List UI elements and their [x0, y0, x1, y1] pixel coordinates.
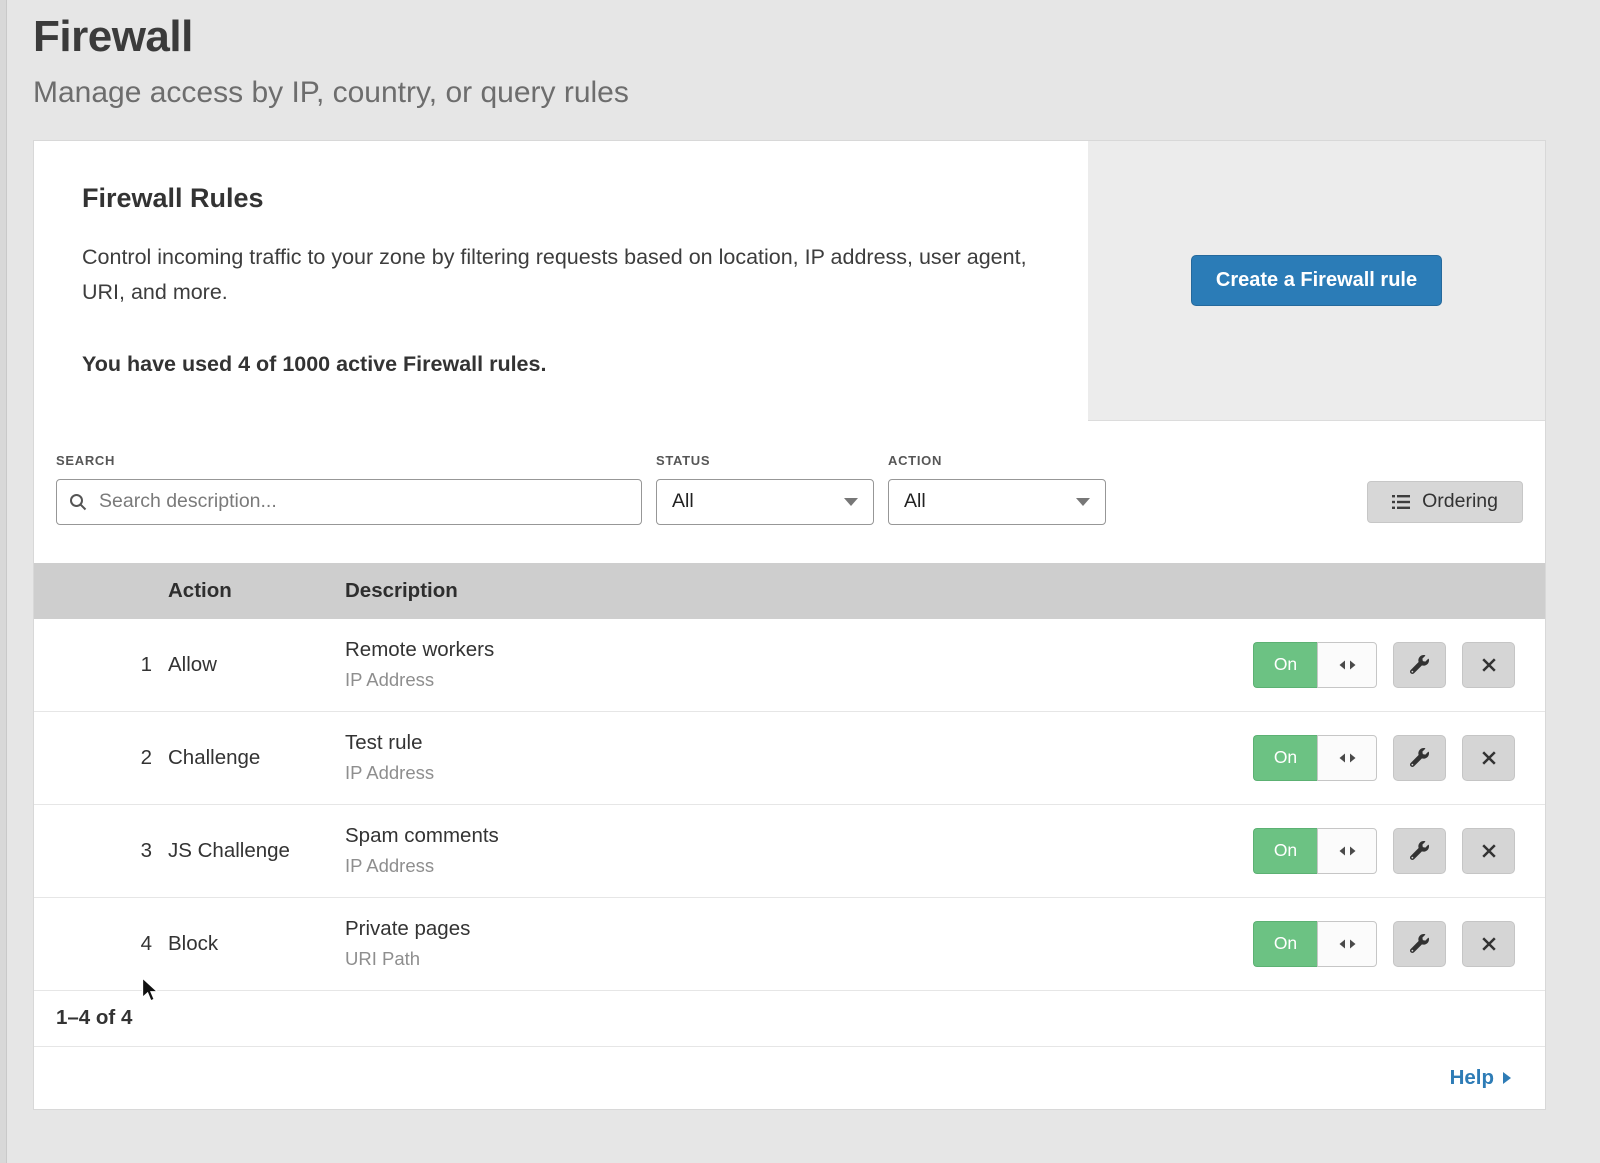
rule-description: Test rule IP Address [345, 731, 1251, 784]
rules-usage-text: You have used 4 of 1000 active Firewall … [82, 352, 1040, 377]
rule-priority: 3 [34, 839, 168, 863]
edit-rule-button[interactable] [1393, 921, 1446, 967]
status-select-value: All [672, 490, 694, 513]
table-row: 1 Allow Remote workers IP Address On [34, 619, 1545, 712]
page-title: Firewall [33, 12, 1546, 62]
rule-match-type: URI Path [345, 948, 1251, 970]
table-row: 2 Challenge Test rule IP Address On [34, 712, 1545, 805]
search-label: SEARCH [56, 453, 642, 468]
section-description: Control incoming traffic to your zone by… [82, 240, 1032, 310]
rule-description-title: Remote workers [345, 638, 1251, 662]
edit-rule-button[interactable] [1393, 642, 1446, 688]
rule-description: Private pages URI Path [345, 917, 1251, 970]
chevron-down-icon [1076, 498, 1090, 506]
wrench-icon [1410, 934, 1429, 953]
filter-bar: SEARCH STATUS All ACTION All Ordering [34, 421, 1545, 563]
delete-rule-button[interactable] [1462, 642, 1515, 688]
action-label: ACTION [888, 453, 1106, 468]
rule-action: Block [168, 932, 345, 956]
rule-enabled-toggle[interactable]: On [1253, 921, 1377, 967]
help-arrow-icon [1503, 1072, 1511, 1084]
rule-description: Spam comments IP Address [345, 824, 1251, 877]
pagination-status: 1–4 of 4 [34, 991, 1545, 1047]
wrench-icon [1410, 748, 1429, 767]
card-top-section: Firewall Rules Control incoming traffic … [34, 141, 1545, 421]
toggle-on-label: On [1253, 921, 1317, 967]
toggle-arrows-icon [1339, 846, 1356, 856]
delete-rule-button[interactable] [1462, 828, 1515, 874]
help-row: Help [34, 1047, 1545, 1109]
toggle-drag-handle[interactable] [1317, 921, 1377, 967]
toggle-arrows-icon [1339, 753, 1356, 763]
help-link[interactable]: Help [1450, 1066, 1511, 1090]
edit-rule-button[interactable] [1393, 735, 1446, 781]
rule-priority: 4 [34, 932, 168, 956]
rule-enabled-toggle[interactable]: On [1253, 735, 1377, 781]
delete-rule-button[interactable] [1462, 921, 1515, 967]
rule-action: Challenge [168, 746, 345, 770]
close-icon [1481, 843, 1497, 859]
status-select[interactable]: All [656, 479, 874, 525]
rule-action: Allow [168, 653, 345, 677]
table-header-row: Action Description [34, 563, 1545, 619]
rule-priority: 1 [34, 653, 168, 677]
help-link-label: Help [1450, 1066, 1494, 1090]
rule-match-type: IP Address [345, 855, 1251, 877]
column-header-description: Description [345, 579, 1251, 603]
page-header: Firewall Manage access by IP, country, o… [0, 0, 1600, 110]
ordering-list-icon [1392, 495, 1410, 509]
column-header-action: Action [168, 579, 345, 603]
rule-enabled-toggle[interactable]: On [1253, 642, 1377, 688]
page-subtitle: Manage access by IP, country, or query r… [33, 76, 1546, 110]
rule-match-type: IP Address [345, 762, 1251, 784]
table-row: 4 Block Private pages URI Path On [34, 898, 1545, 991]
edit-rule-button[interactable] [1393, 828, 1446, 874]
toggle-arrows-icon [1339, 660, 1356, 670]
rule-description-title: Private pages [345, 917, 1251, 941]
rule-priority: 2 [34, 746, 168, 770]
action-select-value: All [904, 490, 926, 513]
rule-description-title: Spam comments [345, 824, 1251, 848]
rule-action: JS Challenge [168, 839, 345, 863]
firewall-rules-intro: Firewall Rules Control incoming traffic … [34, 141, 1088, 421]
chevron-down-icon [844, 498, 858, 506]
toggle-drag-handle[interactable] [1317, 828, 1377, 874]
cta-panel: Create a Firewall rule [1088, 141, 1545, 421]
action-select[interactable]: All [888, 479, 1106, 525]
create-firewall-rule-button[interactable]: Create a Firewall rule [1191, 255, 1442, 306]
ordering-button[interactable]: Ordering [1367, 481, 1523, 523]
search-input[interactable] [56, 479, 642, 525]
search-icon [69, 493, 87, 511]
wrench-icon [1410, 655, 1429, 674]
rule-match-type: IP Address [345, 669, 1251, 691]
section-title: Firewall Rules [82, 183, 1040, 214]
delete-rule-button[interactable] [1462, 735, 1515, 781]
table-row: 3 JS Challenge Spam comments IP Address … [34, 805, 1545, 898]
toggle-on-label: On [1253, 828, 1317, 874]
firewall-card: Firewall Rules Control incoming traffic … [33, 140, 1546, 1110]
toggle-on-label: On [1253, 642, 1317, 688]
status-label: STATUS [656, 453, 874, 468]
rule-description-title: Test rule [345, 731, 1251, 755]
toggle-arrows-icon [1339, 939, 1356, 949]
close-icon [1481, 750, 1497, 766]
wrench-icon [1410, 841, 1429, 860]
close-icon [1481, 936, 1497, 952]
rule-enabled-toggle[interactable]: On [1253, 828, 1377, 874]
toggle-drag-handle[interactable] [1317, 642, 1377, 688]
rule-description: Remote workers IP Address [345, 638, 1251, 691]
toggle-drag-handle[interactable] [1317, 735, 1377, 781]
ordering-button-label: Ordering [1422, 490, 1498, 513]
close-icon [1481, 657, 1497, 673]
toggle-on-label: On [1253, 735, 1317, 781]
